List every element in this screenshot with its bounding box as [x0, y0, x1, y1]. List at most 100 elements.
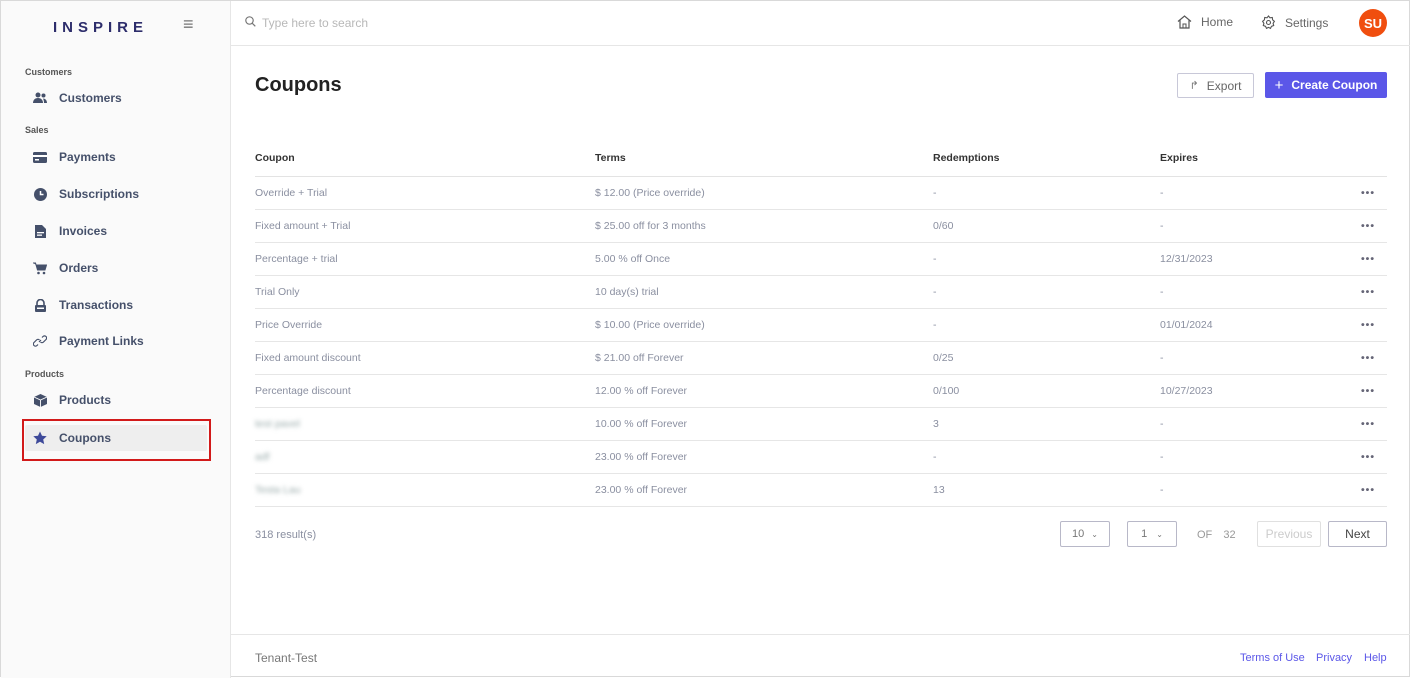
sidebar-item-customers[interactable]: Customers	[25, 85, 207, 111]
link-icon	[33, 334, 47, 348]
sidebar-item-subscriptions[interactable]: Subscriptions	[25, 181, 207, 207]
previous-button[interactable]: Previous	[1257, 521, 1321, 547]
sidebar-item-orders[interactable]: Orders	[25, 255, 207, 281]
export-arrow-icon: ↱	[1189, 80, 1199, 92]
hamburger-menu-icon[interactable]: ≡	[183, 14, 194, 35]
sidebar-item-label: Subscriptions	[59, 187, 140, 201]
column-header-terms[interactable]: Terms	[595, 141, 933, 177]
home-icon	[1177, 15, 1192, 29]
sidebar-item-invoices[interactable]: Invoices	[25, 218, 207, 244]
table-row[interactable]: adf 23.00 % off Forever - - •••	[255, 440, 1387, 474]
app-logo: INSPIRE	[53, 19, 149, 36]
coupon-name-text: test pavel	[255, 417, 300, 430]
box-icon	[33, 393, 47, 407]
sidebar-section-products: Products	[25, 369, 65, 379]
coupon-name-cell: adf	[255, 440, 595, 474]
expires-cell: -	[1160, 473, 1340, 507]
row-actions-menu-icon[interactable]: •••	[1340, 440, 1387, 474]
expires-cell: -	[1160, 275, 1340, 309]
column-header-expires[interactable]: Expires	[1160, 141, 1340, 177]
expires-cell: -	[1160, 176, 1340, 210]
row-actions-menu-icon[interactable]: •••	[1340, 374, 1387, 408]
settings-link[interactable]: Settings	[1261, 15, 1328, 30]
column-header-coupon[interactable]: Coupon	[255, 141, 595, 177]
selection-highlight-box	[22, 419, 211, 461]
next-button[interactable]: Next	[1328, 521, 1387, 547]
terms-cell: $ 21.00 off Forever	[595, 341, 933, 375]
row-actions-menu-icon[interactable]: •••	[1340, 176, 1387, 210]
redemptions-cell: 0/100	[933, 374, 1160, 408]
gear-icon	[1261, 15, 1276, 30]
coupon-name-cell: test pavel	[255, 407, 595, 441]
table-row[interactable]: Fixed amount discount $ 21.00 off Forever…	[255, 341, 1387, 375]
credit-card-icon	[33, 150, 47, 164]
sidebar-item-label: Customers	[59, 91, 122, 105]
help-link[interactable]: Help	[1364, 652, 1387, 664]
row-actions-menu-icon[interactable]: •••	[1340, 473, 1387, 507]
terms-link[interactable]: Terms of Use	[1240, 652, 1305, 664]
sidebar-item-label: Transactions	[59, 298, 134, 312]
coupon-name-text: adf	[255, 450, 270, 463]
row-actions-menu-icon[interactable]: •••	[1340, 341, 1387, 375]
terms-cell: $ 10.00 (Price override)	[595, 308, 933, 342]
table-row[interactable]: Fixed amount + Trial $ 25.00 off for 3 mo…	[255, 209, 1387, 243]
users-icon	[33, 91, 47, 105]
table-row[interactable]: Override + Trial $ 12.00 (Price override)…	[255, 176, 1387, 210]
export-label: Export	[1206, 78, 1242, 93]
page-title: Coupons	[255, 74, 342, 96]
create-coupon-button[interactable]: + Create Coupon	[1265, 72, 1387, 98]
coupon-name-cell: Percentage discount	[255, 374, 595, 408]
tenant-name: Tenant-Test	[255, 651, 318, 665]
row-actions-menu-icon[interactable]: •••	[1340, 242, 1387, 276]
chevron-down-icon: ⌄	[1091, 529, 1098, 539]
row-actions-menu-icon[interactable]: •••	[1340, 407, 1387, 441]
page-size-value: 10	[1072, 528, 1085, 540]
expires-cell: -	[1160, 341, 1340, 375]
redemptions-cell: -	[933, 242, 1160, 276]
home-link[interactable]: Home	[1177, 15, 1233, 29]
coupon-name-text: Testa Lau	[255, 483, 301, 496]
terms-cell: 5.00 % off Once	[595, 242, 933, 276]
settings-label: Settings	[1285, 15, 1329, 30]
row-actions-menu-icon[interactable]: •••	[1340, 275, 1387, 309]
row-actions-menu-icon[interactable]: •••	[1340, 209, 1387, 243]
sidebar-item-products[interactable]: Products	[25, 387, 207, 413]
column-header-actions	[1340, 141, 1387, 177]
expires-cell: -	[1160, 209, 1340, 243]
redemptions-cell: -	[933, 440, 1160, 474]
privacy-link[interactable]: Privacy	[1316, 652, 1352, 664]
table-row[interactable]: Price Override $ 10.00 (Price override) -0…	[255, 308, 1387, 342]
sidebar-section-sales: Sales	[25, 125, 49, 135]
row-actions-menu-icon[interactable]: •••	[1340, 308, 1387, 342]
table-row[interactable]: test pavel 10.00 % off Forever 3- •••	[255, 407, 1387, 441]
coupon-name-cell: Fixed amount + Trial	[255, 209, 595, 243]
avatar[interactable]: SU	[1359, 9, 1387, 37]
sidebar-item-label: Payment Links	[59, 334, 144, 348]
table-row[interactable]: Percentage discount 12.00 % off Forever 0/…	[255, 374, 1387, 408]
page-number-select[interactable]: 1 ⌄	[1127, 521, 1177, 547]
table-row[interactable]: Trial Only 10 day(s) trial - - •••	[255, 275, 1387, 309]
page-size-select[interactable]: 10 ⌄	[1060, 521, 1110, 547]
sidebar-section-customers: Customers	[25, 67, 73, 77]
sidebar-item-payments[interactable]: Payments	[25, 144, 207, 170]
search-icon	[245, 16, 256, 30]
column-header-redemptions[interactable]: Redemptions	[933, 141, 1160, 177]
expires-cell: 12/31/2023	[1160, 242, 1340, 276]
top-bar: Home Settings SU	[231, 1, 1410, 46]
search-bar	[245, 16, 562, 30]
table-row[interactable]: Percentage + trial 5.00 % off Once -12/31/…	[255, 242, 1387, 276]
search-input[interactable]	[262, 16, 562, 30]
redemptions-cell: -	[933, 275, 1160, 309]
coupon-name-cell: Trial Only	[255, 275, 595, 309]
terms-cell: $ 25.00 off for 3 months	[595, 209, 933, 243]
sidebar-item-transactions[interactable]: Transactions	[25, 292, 207, 318]
expires-cell: -	[1160, 407, 1340, 441]
sidebar-item-payment-links[interactable]: Payment Links	[25, 328, 207, 354]
export-button[interactable]: ↱ Export	[1177, 73, 1254, 98]
expires-cell: 10/27/2023	[1160, 374, 1340, 408]
table-row[interactable]: Testa Lau 23.00 % off Forever 13- •••	[255, 473, 1387, 507]
redemptions-cell: -	[933, 308, 1160, 342]
sidebar-item-label: Orders	[59, 261, 99, 275]
footer: Tenant-Test Terms of Use Privacy Help	[231, 634, 1410, 678]
page-number-value: 1	[1141, 528, 1148, 540]
